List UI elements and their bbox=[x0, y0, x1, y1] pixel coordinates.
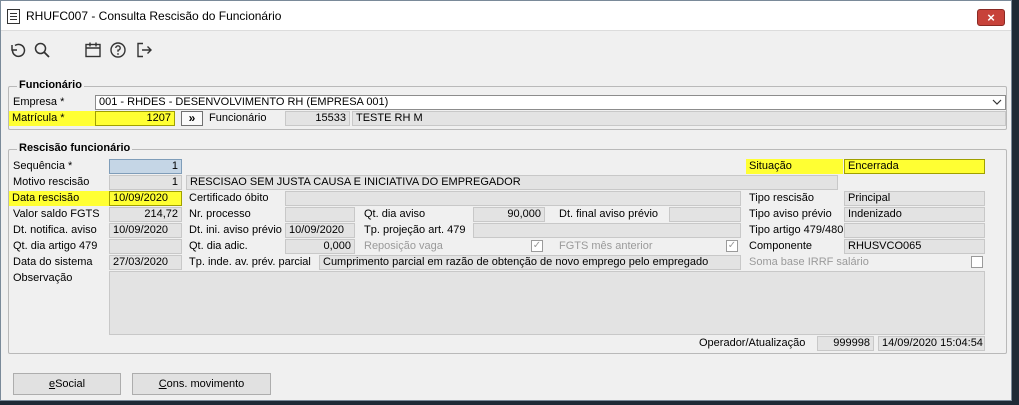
tipo-artigo-field bbox=[844, 223, 985, 238]
observacao-field bbox=[109, 271, 985, 335]
dt-ini-aviso-field: 10/09/2020 bbox=[285, 223, 355, 238]
tipo-rescisao-field: Principal bbox=[844, 191, 985, 206]
tipo-aviso-label: Tipo aviso prévio bbox=[749, 208, 832, 220]
observacao-label: Observação bbox=[13, 272, 73, 284]
qt-dia-adic-field: 0,000 bbox=[285, 239, 355, 254]
valor-fgts-field: 214,72 bbox=[109, 207, 182, 222]
exit-icon[interactable] bbox=[134, 40, 154, 60]
certificado-label: Certificado óbito bbox=[189, 192, 269, 204]
qt-dia-adic-label: Qt. dia adic. bbox=[189, 240, 248, 252]
tipo-rescisao-label: Tipo rescisão bbox=[749, 192, 815, 204]
qt-dia-aviso-field: 90,000 bbox=[473, 207, 545, 222]
certificado-field bbox=[285, 191, 741, 206]
esocial-button[interactable]: eSocial bbox=[13, 373, 121, 395]
operador-datetime: 14/09/2020 15:04:54 bbox=[878, 336, 985, 351]
fgts-mes-label: FGTS mês anterior bbox=[559, 240, 653, 252]
tipo-artigo-label: Tipo artigo 479/480 bbox=[749, 224, 844, 236]
cons-movimento-button[interactable]: Cons. movimento bbox=[132, 373, 271, 395]
data-sistema-label: Data do sistema bbox=[13, 256, 93, 268]
valor-fgts-label: Valor saldo FGTS bbox=[13, 208, 100, 220]
funcionario-label: Funcionário bbox=[209, 112, 267, 124]
lookup-button[interactable]: » bbox=[181, 111, 203, 126]
matricula-label: Matrícula * bbox=[9, 111, 95, 126]
rescisao-group-title: Rescisão funcionário bbox=[17, 142, 133, 154]
document-icon bbox=[7, 9, 20, 24]
close-button[interactable]: × bbox=[977, 9, 1005, 26]
dt-notifica-label: Dt. notifica. aviso bbox=[13, 224, 97, 236]
data-rescisao-label: Data rescisão bbox=[9, 191, 109, 206]
funcionario-name: TESTE RH M bbox=[352, 111, 1006, 126]
tp-projecao-field bbox=[473, 223, 741, 238]
calendar-icon[interactable] bbox=[83, 40, 103, 60]
fgts-mes-checkbox[interactable]: ✓ bbox=[726, 240, 738, 252]
operador-label: Operador/Atualização bbox=[699, 337, 806, 349]
data-sistema-field: 27/03/2020 bbox=[109, 255, 182, 270]
sequencia-label: Sequência * bbox=[13, 160, 73, 172]
reposicao-label: Reposição vaga bbox=[364, 240, 443, 252]
sequencia-field[interactable]: 1 bbox=[109, 159, 182, 174]
operador-code: 999998 bbox=[817, 336, 874, 351]
empresa-select[interactable]: 001 - RHDES - DESENVOLVIMENTO RH (EMPRES… bbox=[95, 95, 1006, 110]
main-window: RHUFC007 - Consulta Rescisão do Funcioná… bbox=[0, 0, 1012, 401]
toolbar bbox=[1, 33, 1011, 67]
motivo-code: 1 bbox=[109, 175, 182, 190]
tipo-aviso-field: Indenizado bbox=[844, 207, 985, 222]
undo-icon[interactable] bbox=[7, 40, 27, 60]
tp-inde-label: Tp. inde. av. prév. parcial bbox=[189, 256, 311, 268]
window-title: RHUFC007 - Consulta Rescisão do Funcioná… bbox=[26, 9, 282, 23]
help-icon[interactable] bbox=[108, 40, 128, 60]
tp-inde-field: Cumprimento parcial em razão de obtenção… bbox=[319, 255, 741, 270]
tp-projecao-label: Tp. projeção art. 479 bbox=[364, 224, 466, 236]
motivo-desc: RESCISAO SEM JUSTA CAUSA E INICIATIVA DO… bbox=[186, 175, 838, 190]
qt-artigo-field bbox=[109, 239, 182, 254]
soma-base-checkbox[interactable] bbox=[971, 256, 983, 268]
data-rescisao-field: 10/09/2020 bbox=[109, 191, 182, 206]
situacao-label: Situação bbox=[746, 159, 843, 174]
nr-processo-field bbox=[285, 207, 355, 222]
empresa-label: Empresa * bbox=[13, 96, 65, 108]
funcionario-group-title: Funcionário bbox=[17, 79, 84, 91]
componente-label: Componente bbox=[749, 240, 812, 252]
qt-dia-aviso-label: Qt. dia aviso bbox=[364, 208, 426, 220]
situacao-field: Encerrada bbox=[844, 159, 985, 174]
motivo-label: Motivo rescisão bbox=[13, 176, 90, 188]
chevron-down-icon[interactable] bbox=[992, 97, 1002, 109]
componente-field: RHUSVCO065 bbox=[844, 239, 985, 254]
matricula-field[interactable]: 1207 bbox=[95, 111, 175, 126]
reposicao-checkbox[interactable]: ✓ bbox=[531, 240, 543, 252]
search-icon[interactable] bbox=[32, 40, 52, 60]
qt-artigo-label: Qt. dia artigo 479 bbox=[13, 240, 98, 252]
nr-processo-label: Nr. processo bbox=[189, 208, 251, 220]
title-bar: RHUFC007 - Consulta Rescisão do Funcioná… bbox=[1, 1, 1011, 31]
dt-final-field bbox=[669, 207, 741, 222]
soma-base-label: Soma base IRRF salário bbox=[749, 256, 869, 268]
dt-final-label: Dt. final aviso prévio bbox=[559, 208, 659, 220]
funcionario-code: 15533 bbox=[285, 111, 350, 126]
dt-notifica-field: 10/09/2020 bbox=[109, 223, 182, 238]
empresa-value: 001 - RHDES - DESENVOLVIMENTO RH (EMPRES… bbox=[99, 96, 389, 108]
dt-ini-aviso-label: Dt. ini. aviso prévio bbox=[189, 224, 282, 236]
